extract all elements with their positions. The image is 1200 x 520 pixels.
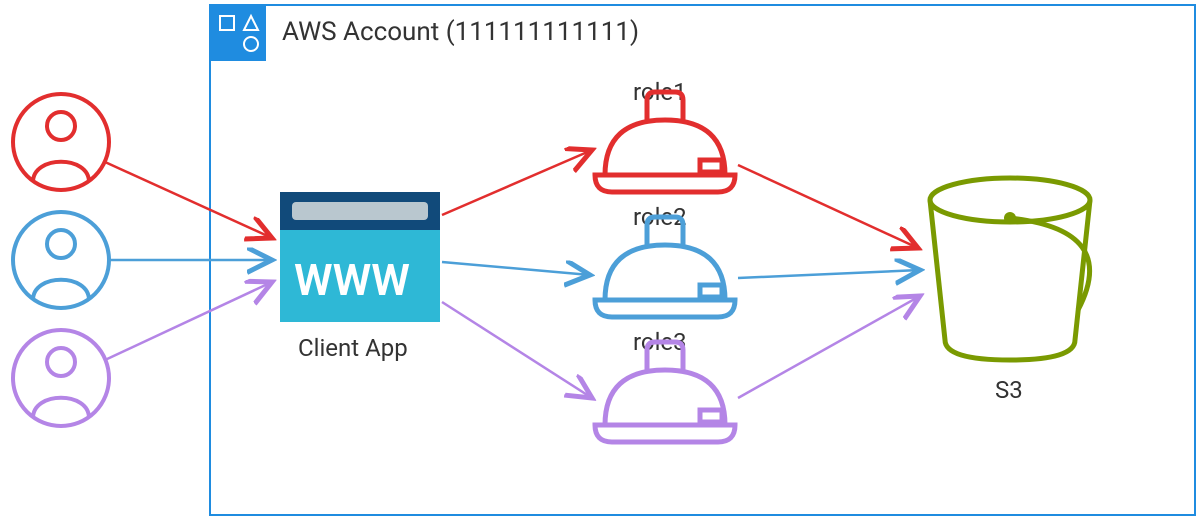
role-icon-2: role2 [595,203,735,317]
arrow-role2-to-s3 [738,270,920,278]
s3-label: S3 [995,376,1023,404]
user-icon-1 [13,94,109,190]
s3-bucket-icon [930,178,1090,360]
account-title: AWS Account (111111111111) [282,17,639,47]
arrow-role3-to-s3 [738,296,920,398]
client-app-label: Client App [298,334,408,362]
arrow-role1-to-s3 [738,165,918,248]
role-icon-3: role3 [595,328,735,442]
arrow-user1-to-app [105,162,272,238]
arrow-app-to-role2 [442,262,590,275]
arrow-user3-to-app [105,282,272,360]
arrow-app-to-role3 [442,302,592,398]
client-app: WWW [280,192,440,322]
arrow-app-to-role1 [442,150,592,215]
user-icon-3 [13,330,109,426]
user-icon-2 [13,212,109,308]
client-app-www: WWW [294,254,410,306]
role-icon-1: role1 [595,78,735,192]
